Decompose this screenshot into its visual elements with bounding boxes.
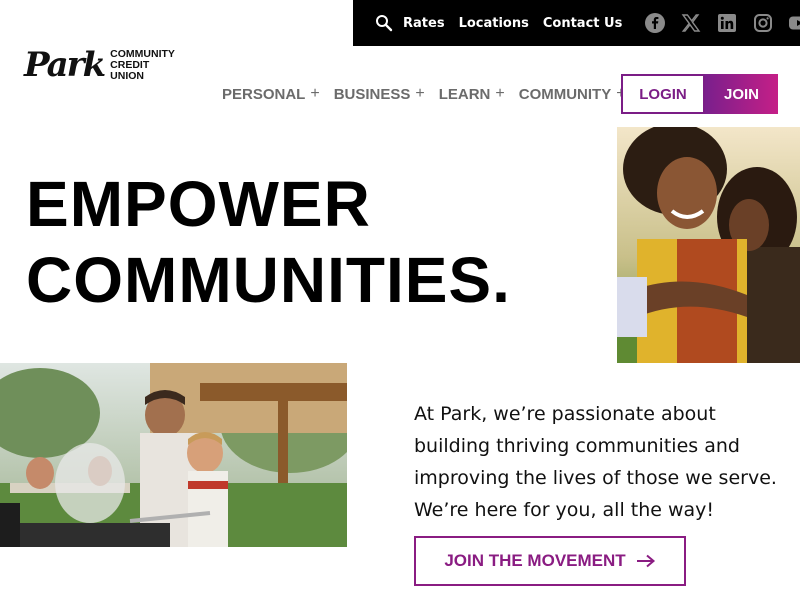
nav-business[interactable]: BUSINESS +: [334, 85, 425, 103]
family-bbq-photo: [0, 363, 347, 547]
nav-learn[interactable]: LEARN +: [439, 85, 505, 103]
join-button[interactable]: JOIN: [705, 74, 778, 114]
facebook-icon[interactable]: [644, 12, 666, 34]
x-icon[interactable]: [680, 12, 702, 34]
nav-community[interactable]: COMMUNITY+: [519, 85, 626, 103]
login-button[interactable]: LOGIN: [621, 74, 705, 114]
instagram-icon[interactable]: [752, 12, 774, 34]
nav-personal[interactable]: PERSONAL +: [222, 85, 320, 103]
hero-headline: EMPOWER COMMUNITIES.: [26, 166, 606, 318]
nav-label: LEARN: [438, 85, 491, 103]
intro-paragraph: At Park, we’re passionate about building…: [414, 403, 777, 521]
arrow-right-icon: [636, 554, 656, 568]
search-icon[interactable]: [375, 13, 393, 33]
family-hug-photo: [617, 127, 800, 363]
main-nav: PERSONAL+ BUSINESS+ LEARN+ COMMUNITY+: [222, 84, 640, 104]
contact-us-link[interactable]: Contact Us: [543, 16, 622, 31]
nav-label: BUSINESS: [333, 85, 411, 103]
cta-label: JOIN THE MOVEMENT: [444, 551, 626, 570]
park-logo[interactable]: Park COMMUNITY CREDIT UNION: [24, 44, 184, 86]
plus-icon: +: [495, 85, 505, 102]
locations-link[interactable]: Locations: [459, 16, 529, 31]
social-links: [644, 12, 800, 34]
youtube-icon[interactable]: [788, 12, 800, 34]
utility-bar: Rates Locations Contact Us: [353, 0, 800, 46]
headline-line-2: COMMUNITIES.: [26, 244, 511, 316]
join-the-movement-button[interactable]: JOIN THE MOVEMENT: [414, 536, 686, 586]
logo-wordmark: Park: [24, 45, 106, 85]
plus-icon: +: [415, 85, 425, 102]
rates-link[interactable]: Rates: [403, 16, 445, 31]
linkedin-icon[interactable]: [716, 12, 738, 34]
logo-line-2: CREDIT UNION: [110, 58, 150, 82]
nav-label: PERSONAL: [222, 85, 306, 103]
headline-line-1: EMPOWER: [26, 168, 371, 240]
logo-tagline: COMMUNITY CREDIT UNION: [110, 48, 184, 82]
nav-label: COMMUNITY: [518, 85, 612, 103]
plus-icon: +: [310, 85, 320, 102]
